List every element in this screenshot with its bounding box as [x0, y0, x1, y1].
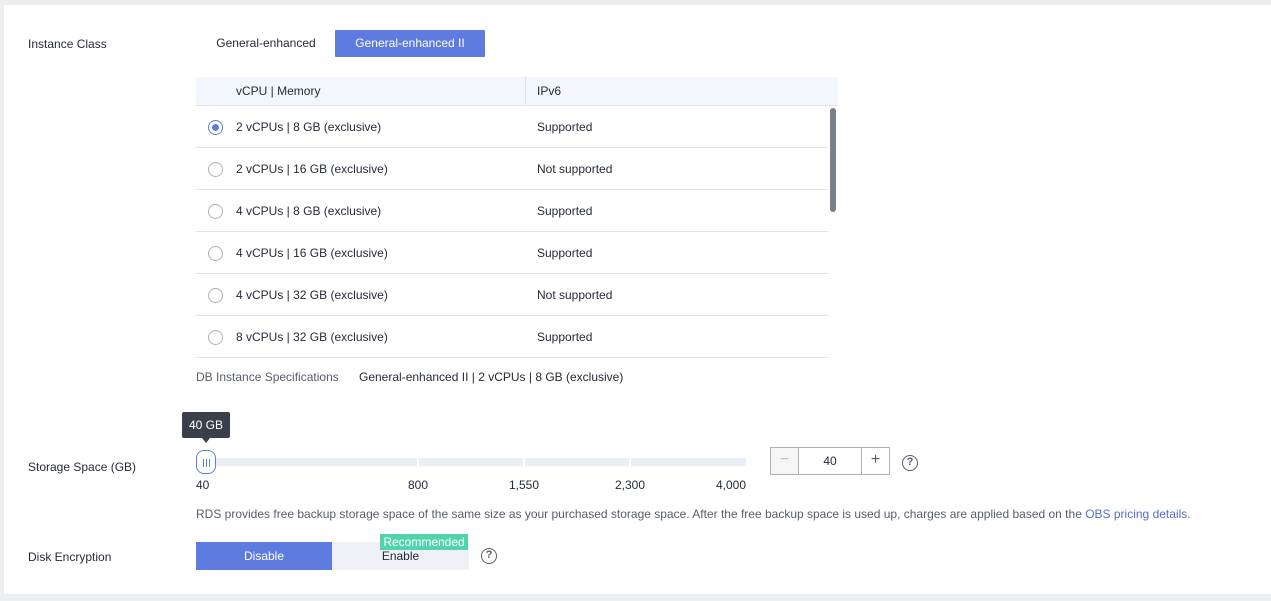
storage-slider-handle[interactable] [196, 450, 216, 474]
radio-button[interactable] [208, 330, 223, 345]
radio-button[interactable] [208, 120, 223, 135]
obs-pricing-link[interactable]: OBS pricing details [1085, 507, 1187, 521]
slider-tick-label: 800 [408, 478, 429, 492]
slider-tick-label: 40 [196, 478, 210, 492]
db-instance-spec-value: General-enhanced II | 2 vCPUs | 8 GB (ex… [359, 370, 624, 384]
disk-encryption-label: Disk Encryption [28, 550, 112, 564]
table-row[interactable]: 4 vCPUs | 16 GB (exclusive) Supported [196, 232, 828, 274]
tab-general-enhanced[interactable]: General-enhanced [204, 30, 328, 57]
ipv6-cell: Supported [537, 246, 593, 260]
storage-stepper: − 40 + [770, 447, 890, 475]
db-instance-spec-label: DB Instance Specifications [196, 370, 339, 384]
slider-value-tooltip: 40 GB [182, 412, 230, 443]
spec-cell: 2 vCPUs | 8 GB (exclusive) [236, 120, 382, 134]
radio-button[interactable] [208, 288, 223, 303]
slider-tick-label: 4,000 [716, 478, 747, 492]
table-row[interactable]: 2 vCPUs | 8 GB (exclusive) Supported [196, 106, 828, 148]
storage-help-icon[interactable]: ? [902, 455, 918, 471]
increment-button[interactable]: + [861, 448, 889, 474]
tab-general-enhanced-ii[interactable]: General-enhanced II [335, 30, 485, 57]
table-row[interactable]: 4 vCPUs | 32 GB (exclusive) Not supporte… [196, 274, 828, 316]
decrement-button[interactable]: − [771, 448, 799, 474]
encryption-help-icon[interactable]: ? [481, 548, 497, 564]
spec-cell: 8 vCPUs | 32 GB (exclusive) [236, 330, 388, 344]
slider-segment-divider [629, 458, 631, 466]
table-header: vCPU | Memory IPv6 [196, 77, 838, 106]
column-header-ipv6: IPv6 [537, 84, 562, 98]
encryption-disable-button[interactable]: Disable [196, 542, 332, 570]
ipv6-cell: Supported [537, 204, 593, 218]
radio-button[interactable] [208, 204, 223, 219]
table-row[interactable]: 2 vCPUs | 16 GB (exclusive) Not supporte… [196, 148, 828, 190]
table-scrollbar[interactable] [830, 108, 836, 212]
storage-space-label: Storage Space (GB) [28, 460, 137, 474]
instance-spec-table: vCPU | Memory IPv6 2 vCPUs | 8 GB (exclu… [196, 77, 838, 358]
storage-slider-track[interactable] [205, 458, 746, 466]
backup-note-end: . [1187, 507, 1191, 521]
column-header-vcpu-memory: vCPU | Memory [236, 84, 321, 98]
spec-cell: 4 vCPUs | 16 GB (exclusive) [236, 246, 388, 260]
ipv6-cell: Not supported [537, 288, 613, 302]
backup-note-text: RDS provides free backup storage space o… [196, 507, 1086, 521]
radio-button[interactable] [208, 162, 223, 177]
slider-tick-label: 1,550 [509, 478, 540, 492]
column-divider [525, 77, 526, 106]
spec-cell: 4 vCPUs | 32 GB (exclusive) [236, 288, 388, 302]
ipv6-cell: Supported [537, 120, 593, 134]
ipv6-cell: Not supported [537, 162, 613, 176]
table-row[interactable]: 4 vCPUs | 8 GB (exclusive) Supported [196, 190, 828, 232]
ipv6-cell: Supported [537, 330, 593, 344]
storage-input[interactable]: 40 [799, 448, 861, 474]
spec-cell: 2 vCPUs | 16 GB (exclusive) [236, 162, 388, 176]
table-row[interactable]: 8 vCPUs | 32 GB (exclusive) Supported [196, 316, 828, 358]
spec-cell: 4 vCPUs | 8 GB (exclusive) [236, 204, 382, 218]
radio-button[interactable] [208, 246, 223, 261]
slider-segment-divider [523, 458, 525, 466]
instance-class-label: Instance Class [28, 37, 107, 51]
recommended-badge: Recommended [380, 534, 468, 550]
slider-segment-divider [417, 458, 419, 466]
backup-storage-note: RDS provides free backup storage space o… [196, 507, 1191, 521]
slider-tick-label: 2,300 [615, 478, 646, 492]
